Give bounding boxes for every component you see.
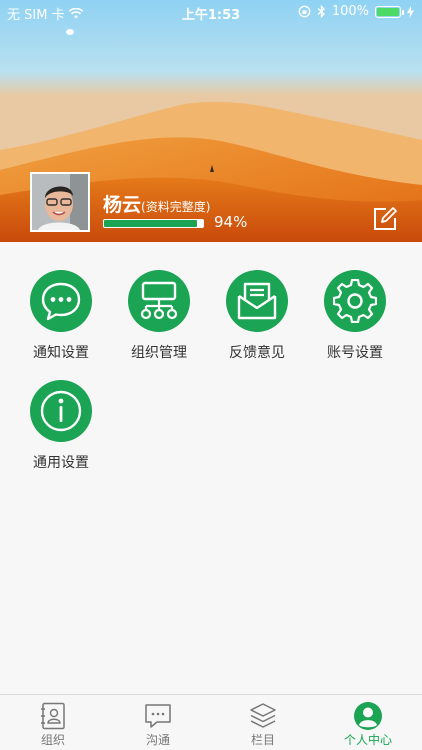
menu-item-feedback[interactable]: 反馈意见 [208,270,306,362]
tab-personal-center[interactable]: 个人中心 [338,701,398,748]
user-name: 杨云 [103,194,142,216]
message-icon [145,704,171,728]
menu-item-label: 反馈意见 [229,345,285,361]
rotation-lock-icon [298,5,311,18]
tab-communication[interactable]: 沟通 [128,701,188,748]
gear-icon [333,279,377,323]
person-icon [354,702,382,730]
menu-item-label: 组织管理 [131,345,187,361]
tab-organization[interactable]: 组织 [23,701,83,748]
menu-item-general-settings[interactable]: 通用设置 [12,380,110,472]
battery-icon [375,5,404,18]
battery-percent: 100% [331,4,369,19]
tab-label: 组织 [40,733,65,747]
menu-item-label: 通知设置 [33,345,89,361]
profile-name-row: 杨云(资料完整度) [103,190,210,217]
profile-header: 无 SIM 卡 上午1:53 100% 杨云(资料完整度) 94% [0,0,422,242]
avatar-photo [32,174,88,230]
bluetooth-icon [317,5,325,18]
menu-item-label: 通用设置 [33,455,89,471]
info-icon [40,390,82,432]
completeness-progress-bar [103,219,204,228]
app-root: 无 SIM 卡 上午1:53 100% 杨云(资料完整度) 94% 通知设置 组… [0,0,422,750]
tab-label: 沟通 [145,733,170,747]
menu-icon-circle [30,380,92,442]
edit-profile-button[interactable] [372,206,398,232]
tab-label: 栏目 [250,733,275,747]
menu-item-label: 账号设置 [327,345,383,361]
menu-item-account-settings[interactable]: 账号设置 [306,270,404,362]
menu-icon-circle [324,270,386,332]
bottom-tab-bar: 组织 沟通 栏目 个人中心 [0,694,422,750]
menu-item-notification-settings[interactable]: 通知设置 [12,270,110,362]
charging-icon [407,5,414,18]
status-bar: 无 SIM 卡 上午1:53 100% [0,0,422,24]
menu-icon-circle [128,270,190,332]
layers-icon [250,703,276,728]
envelope-icon [237,282,277,320]
edit-icon [374,207,397,230]
completeness-percent: 94% [214,213,248,231]
completeness-progress-fill [104,220,197,227]
tab-columns[interactable]: 栏目 [233,701,293,748]
status-bar-right: 100% [298,4,414,19]
org-chart-icon [140,281,178,320]
menu-icon-circle [226,270,288,332]
menu-icon-circle [30,270,92,332]
contacts-book-icon [41,702,65,730]
tab-label: 个人中心 [343,733,392,747]
chat-bubble-icon [41,282,81,321]
avatar[interactable] [30,172,90,232]
completeness-label: (资料完整度) [141,200,211,214]
menu-item-org-management[interactable]: 组织管理 [110,270,208,362]
